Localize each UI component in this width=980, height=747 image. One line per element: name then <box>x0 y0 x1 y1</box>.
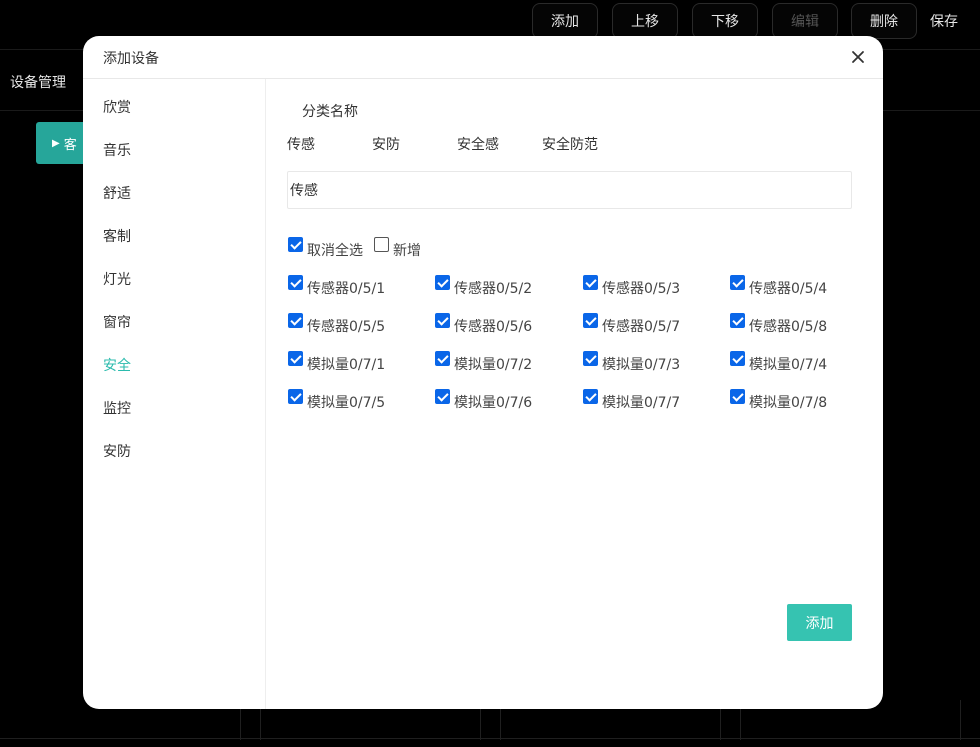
add-device-button[interactable]: 添加 <box>787 604 852 641</box>
device-label[interactable]: 模拟量0/7/3 <box>602 354 680 374</box>
device-checkbox[interactable] <box>583 389 598 404</box>
move-down-button[interactable]: 下移 <box>692 3 758 39</box>
device-checkbox[interactable] <box>583 351 598 366</box>
sidebar-item-monitor[interactable]: 监控 <box>103 398 131 418</box>
dialog-header: 添加设备 <box>83 36 883 79</box>
save-button[interactable]: 保存 <box>930 3 958 39</box>
dialog-content: 分类名称 传感 安防 安全感 安全防范 取消全选 新增 传感器0/5/1 传感器0… <box>267 79 883 709</box>
delete-button[interactable]: 删除 <box>851 3 917 39</box>
divider <box>0 738 980 739</box>
device-checkbox[interactable] <box>730 313 745 328</box>
device-label[interactable]: 模拟量0/7/1 <box>307 354 385 374</box>
category-chip[interactable]: 传感 <box>287 134 315 154</box>
category-sidebar: 欣赏 音乐 舒适 客制 灯光 窗帘 安全 监控 安防 <box>83 79 266 709</box>
select-all-label[interactable]: 取消全选 <box>307 240 363 260</box>
device-checkbox[interactable] <box>288 389 303 404</box>
device-label[interactable]: 传感器0/5/4 <box>749 278 827 298</box>
device-checkbox[interactable] <box>730 351 745 366</box>
device-checkbox[interactable] <box>730 275 745 290</box>
category-name-input[interactable] <box>287 171 852 209</box>
sidebar-item-lighting[interactable]: 灯光 <box>103 269 131 289</box>
add-new-checkbox[interactable] <box>374 237 389 252</box>
sidebar-item-music[interactable]: 音乐 <box>103 140 131 160</box>
select-all-checkbox[interactable] <box>288 237 303 252</box>
divider <box>960 700 961 740</box>
device-checkbox[interactable] <box>288 313 303 328</box>
device-label[interactable]: 模拟量0/7/8 <box>749 392 827 412</box>
device-label[interactable]: 传感器0/5/3 <box>602 278 680 298</box>
device-checkbox[interactable] <box>288 275 303 290</box>
add-button[interactable]: 添加 <box>532 3 598 39</box>
device-checkbox[interactable] <box>583 275 598 290</box>
add-new-label[interactable]: 新增 <box>393 240 421 260</box>
device-checkbox[interactable] <box>435 313 450 328</box>
device-checkbox[interactable] <box>288 351 303 366</box>
move-up-button[interactable]: 上移 <box>612 3 678 39</box>
device-checkbox[interactable] <box>435 389 450 404</box>
device-label[interactable]: 模拟量0/7/4 <box>749 354 827 374</box>
sidebar-item-custom[interactable]: 客制 <box>103 226 131 246</box>
device-label[interactable]: 传感器0/5/7 <box>602 316 680 336</box>
category-name-label: 分类名称 <box>302 104 358 120</box>
device-label[interactable]: 模拟量0/7/5 <box>307 392 385 412</box>
sidebar-item-defense[interactable]: 安防 <box>103 441 131 461</box>
sidebar-item-comfort[interactable]: 舒适 <box>103 183 131 203</box>
device-checkbox[interactable] <box>435 351 450 366</box>
category-chip[interactable]: 安全感 <box>457 134 499 154</box>
sidebar-item-enjoy[interactable]: 欣赏 <box>103 97 131 117</box>
device-label[interactable]: 模拟量0/7/6 <box>454 392 532 412</box>
play-icon: ▶ <box>52 137 60 149</box>
device-checkbox[interactable] <box>583 313 598 328</box>
device-checkbox[interactable] <box>730 389 745 404</box>
device-checkbox[interactable] <box>435 275 450 290</box>
device-label[interactable]: 传感器0/5/6 <box>454 316 532 336</box>
device-label[interactable]: 传感器0/5/1 <box>307 278 385 298</box>
close-icon[interactable] <box>849 48 867 66</box>
device-label[interactable]: 传感器0/5/2 <box>454 278 532 298</box>
device-label[interactable]: 模拟量0/7/2 <box>454 354 532 374</box>
add-device-dialog: 添加设备 欣赏 音乐 舒适 客制 灯光 窗帘 安全 监控 安防 分类名称 传感 … <box>83 36 883 709</box>
category-chip[interactable]: 安防 <box>372 134 400 154</box>
edit-button[interactable]: 编辑 <box>772 3 838 39</box>
device-label[interactable]: 传感器0/5/8 <box>749 316 827 336</box>
sidebar-item-curtain[interactable]: 窗帘 <box>103 312 131 332</box>
category-chip[interactable]: 安全防范 <box>542 134 598 154</box>
room-button-label: 客 <box>63 137 77 153</box>
device-label[interactable]: 模拟量0/7/7 <box>602 392 680 412</box>
page-title: 设备管理 <box>10 75 66 91</box>
device-label[interactable]: 传感器0/5/5 <box>307 316 385 336</box>
dialog-title: 添加设备 <box>103 51 159 67</box>
sidebar-item-security[interactable]: 安全 <box>103 355 131 375</box>
